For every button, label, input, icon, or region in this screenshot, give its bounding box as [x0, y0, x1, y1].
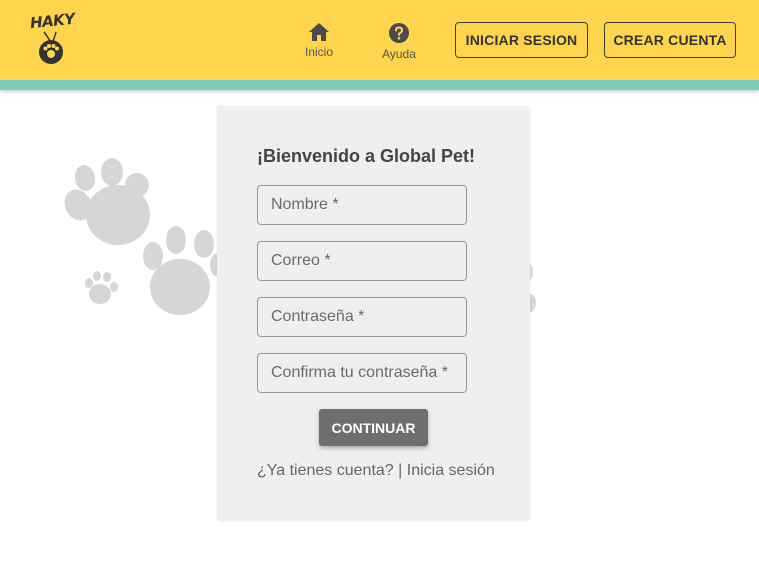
login-prompt-line: ¿Ya tienes cuenta? | Inicia sesión — [257, 462, 495, 480]
name-field[interactable] — [257, 185, 467, 225]
nav-inicio-label: Inicio — [304, 45, 333, 59]
signup-button[interactable]: CREAR CUENTA — [604, 22, 736, 58]
card-title: ¡Bienvenido a Global Pet! — [257, 146, 476, 166]
nav-ayuda-label: Ayuda — [382, 47, 416, 61]
paw-print-icon — [143, 226, 226, 315]
nav-ayuda[interactable]: Ayuda — [371, 22, 427, 62]
login-button[interactable]: INICIAR SESION — [455, 22, 588, 58]
home-icon — [309, 23, 329, 41]
paw-print-icon — [85, 271, 118, 304]
top-app-bar: HAKY Inicio Ayuda INICIAR SESION CREAR C… — [0, 0, 759, 80]
paw-tag-icon — [39, 31, 63, 64]
login-link[interactable]: Inicia sesión — [407, 462, 495, 479]
paw-print-icon — [64, 158, 150, 245]
email-field[interactable] — [257, 241, 467, 281]
separator: | — [398, 462, 403, 479]
continue-button[interactable]: CONTINUAR — [319, 409, 428, 446]
signup-card: ¡Bienvenido a Global Pet! CONTINUAR ¿Ya … — [217, 106, 530, 521]
confirm-password-field[interactable] — [257, 353, 467, 393]
login-prompt-text: ¿Ya tienes cuenta? — [257, 462, 394, 479]
haky-logo[interactable]: HAKY — [28, 10, 76, 68]
header-stripe — [0, 80, 759, 90]
help-circle-icon — [389, 23, 409, 43]
nav-inicio[interactable]: Inicio — [291, 22, 347, 62]
password-field[interactable] — [257, 297, 467, 337]
